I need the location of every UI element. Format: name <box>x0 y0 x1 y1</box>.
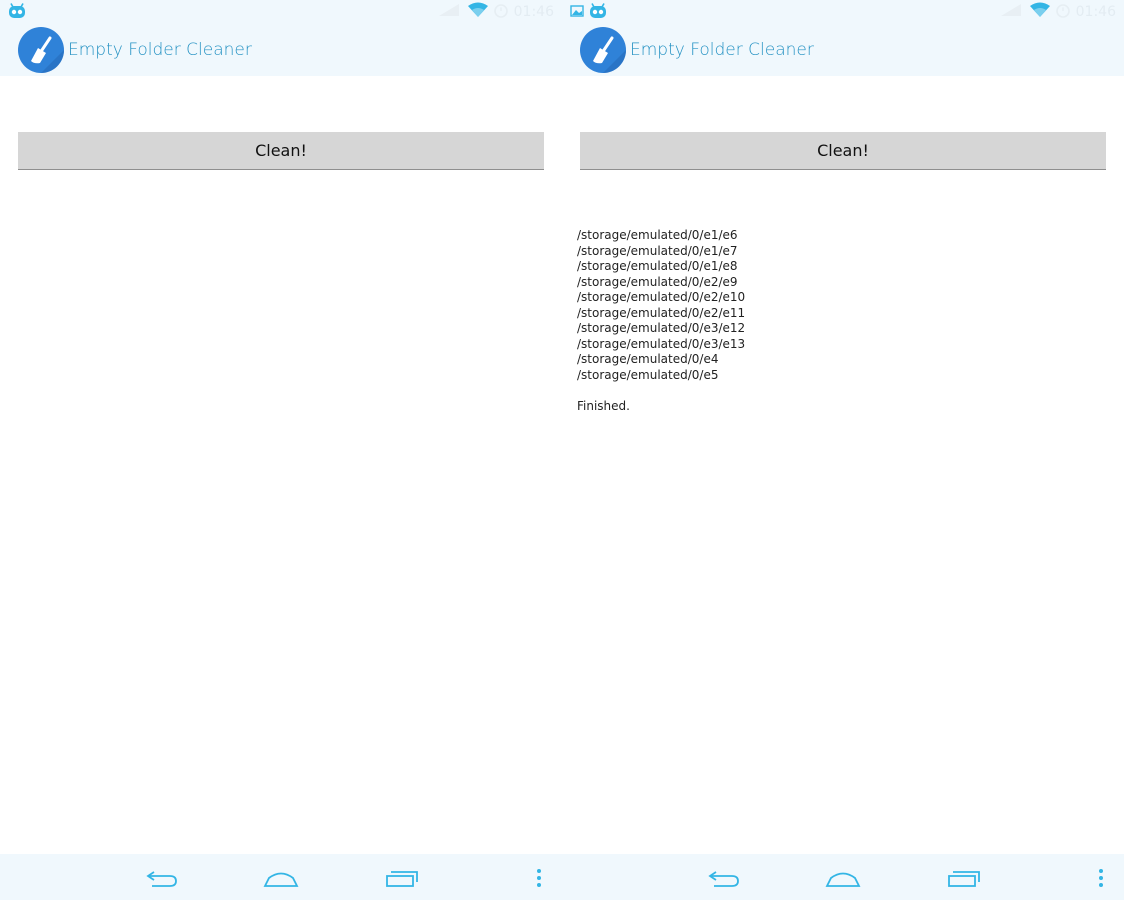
clean-button[interactable]: Clean! <box>580 132 1106 170</box>
screen-before: 01:46 Empty Folder Cleaner Clean! <box>0 0 562 900</box>
screen-after: 01:46 Empty Folder Cleaner Clean! /stora… <box>562 0 1124 900</box>
broom-icon <box>580 27 626 73</box>
finished-status: Finished. <box>577 398 630 413</box>
action-bar: Empty Folder Cleaner <box>562 24 1124 76</box>
wifi-icon <box>1029 2 1050 22</box>
log-line: /storage/emulated/0/e1/e6 <box>577 228 738 242</box>
log-line: /storage/emulated/0/e1/e7 <box>577 243 738 258</box>
alarm-icon <box>493 2 509 22</box>
back-icon[interactable] <box>143 866 179 890</box>
status-time: 01:46 <box>1075 4 1116 20</box>
menu-icon[interactable] <box>1092 866 1110 890</box>
broom-icon <box>18 27 64 73</box>
log-line: /storage/emulated/0/e1/e8 <box>577 259 738 273</box>
menu-icon[interactable] <box>530 866 548 890</box>
signal-icon <box>437 2 463 22</box>
recents-icon[interactable] <box>383 866 419 890</box>
recents-icon[interactable] <box>945 866 981 890</box>
status-bar: 01:46 <box>562 0 1124 24</box>
clean-button[interactable]: Clean! <box>18 132 544 170</box>
log-line: /storage/emulated/0/e2/e11 <box>577 305 746 320</box>
app-title: Empty Folder Cleaner <box>68 40 252 60</box>
home-icon[interactable] <box>263 866 299 890</box>
back-icon[interactable] <box>705 866 741 890</box>
wifi-icon <box>467 2 488 22</box>
cleanup-log: /storage/emulated/0/e1/e6 /storage/emula… <box>577 228 745 414</box>
status-time: 01:46 <box>513 4 554 20</box>
cyanogen-icon <box>8 3 26 24</box>
cyanogen-icon <box>589 3 607 24</box>
signal-icon <box>999 2 1025 22</box>
log-line: /storage/emulated/0/e3/e13 <box>577 336 746 351</box>
image-icon <box>570 4 584 23</box>
status-bar: 01:46 <box>0 0 562 24</box>
log-line: /storage/emulated/0/e2/e9 <box>577 274 738 289</box>
log-line: /storage/emulated/0/e3/e12 <box>577 321 746 335</box>
app-title: Empty Folder Cleaner <box>630 40 814 60</box>
log-line: /storage/emulated/0/e4 <box>577 352 719 366</box>
log-line: /storage/emulated/0/e2/e10 <box>577 290 746 304</box>
screenshots-container: 01:46 Empty Folder Cleaner Clean! 01:46 … <box>0 0 1124 900</box>
navigation-bar <box>0 854 562 900</box>
home-icon[interactable] <box>825 866 861 890</box>
alarm-icon <box>1055 2 1071 22</box>
log-line: /storage/emulated/0/e5 <box>577 367 719 382</box>
navigation-bar <box>562 854 1124 900</box>
action-bar: Empty Folder Cleaner <box>0 24 562 76</box>
